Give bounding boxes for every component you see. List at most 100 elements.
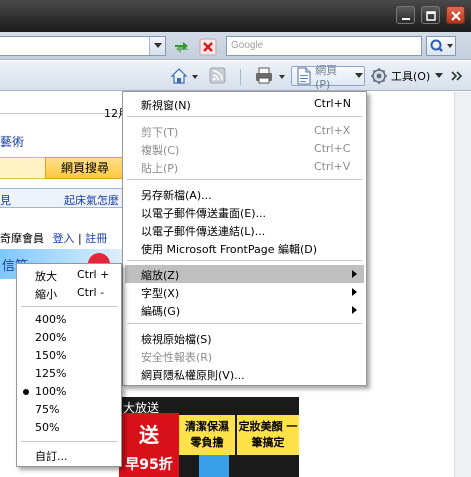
zoom-item-400[interactable]: 400% [19,311,119,329]
toolbar-separator [240,69,241,85]
menu-item-label: 網頁隱私權原則(V)... [141,369,245,382]
menu-item-label: 100% [35,385,67,398]
menu-item-label: 安全性報表(R) [141,351,213,364]
menu-item-privacy-policy[interactable]: 網頁隱私權原則(V)... [125,365,364,383]
tools-menu-label: 工具(O) [391,70,431,83]
menu-item-shortcut: Ctrl - [77,286,105,299]
page-member-row: 奇摩會員 登入 | 註冊 [0,232,108,245]
menu-item-label: 縮小 [35,288,57,301]
banner-item-1: 清潔保濕 零負擔 [179,415,235,455]
menu-separator [21,306,117,307]
menu-item-send-page-by-email[interactable]: 以電子郵件傳送畫面(E)... [125,203,364,221]
zoom-item-zoom-out[interactable]: 縮小 Ctrl - [19,284,119,302]
home-button[interactable] [170,66,200,86]
menu-separator [127,179,362,180]
banner-product-image [199,455,229,477]
stop-icon [199,38,217,56]
maximize-icon [426,11,436,21]
menu-item-label: 剪下(T) [141,126,179,139]
page-menu: 新視窗(N) Ctrl+N 剪下(T) Ctrl+X 複製(C) Ctrl+C … [122,91,367,386]
page-tab-link[interactable]: 見 [0,192,11,208]
menu-item-label: 75% [35,403,60,416]
zoom-item-custom[interactable]: 自訂... [19,446,119,464]
menu-item-label: 另存新檔(A)... [141,189,212,202]
zoom-item-125[interactable]: 125% [19,365,119,383]
menu-item-font[interactable]: 字型(X) [125,283,364,301]
rss-feed-button[interactable] [209,66,227,86]
zoom-item-50[interactable]: 50% [19,419,119,437]
chevron-down-icon [154,43,162,48]
page-tab-row: 見 起床氣怎麼 [0,188,130,208]
minimize-button[interactable] [396,6,415,24]
menu-item-label: 125% [35,367,67,380]
minimize-icon [402,18,410,20]
address-bar: Google [0,32,471,60]
ad-banner[interactable]: 大放送 送 早95折 清潔保濕 零負擔 定妝美顏 一筆搞定 [119,397,299,477]
menu-item-shortcut: Ctrl+C [314,142,351,155]
menu-separator [127,323,362,324]
menu-item-label: 縮放(Z) [141,269,180,282]
menu-item-paste[interactable]: 貼上(P) Ctrl+V [125,158,364,176]
menu-separator [127,116,362,117]
menu-item-security-report[interactable]: 安全性報表(R) [125,347,364,365]
menu-item-label: 400% [35,313,67,326]
printer-icon [256,67,285,84]
close-window-button[interactable] [446,6,465,24]
zoom-item-zoom-in[interactable]: 放大 Ctrl + [19,266,119,284]
help-button[interactable] [450,66,464,86]
menu-item-label: 150% [35,349,67,362]
menu-item-edit-with-frontpage[interactable]: 使用 Microsoft FrontPage 編輯(D) [125,239,364,257]
close-icon [451,11,461,21]
menu-item-save-as[interactable]: 另存新檔(A)... [125,185,364,203]
menu-item-label: 放大 [35,270,57,283]
banner-discount: 早95折 [125,457,173,473]
address-input[interactable] [0,36,166,56]
search-button[interactable] [426,36,456,56]
menu-item-new-window[interactable]: 新視窗(N) Ctrl+N [125,95,364,113]
maximize-button[interactable] [421,6,440,24]
zoom-submenu: 放大 Ctrl + 縮小 Ctrl - 400% 200% 150% 125% … [16,263,122,467]
menu-item-cut[interactable]: 剪下(T) Ctrl+X [125,122,364,140]
menu-item-encoding[interactable]: 編碼(G) [125,301,364,319]
chevron-down-icon [435,73,444,78]
stop-button[interactable] [198,38,218,56]
refresh-button[interactable] [172,38,192,56]
menu-item-label: 以電子郵件傳送連結(L)... [141,225,266,238]
menu-item-copy[interactable]: 複製(C) Ctrl+C [125,140,364,158]
print-button[interactable] [255,66,287,86]
member-label: 奇摩會員 [0,232,44,245]
register-link[interactable]: 註冊 [85,232,107,245]
zoom-item-200[interactable]: 200% [19,329,119,347]
zoom-item-75[interactable]: 75% [19,401,119,419]
menu-item-label: 編碼(G) [141,305,181,318]
page-menu-button[interactable]: 網頁(P) [291,64,365,91]
menu-item-label: 以電子郵件傳送畫面(E)... [141,207,267,220]
tools-menu-button[interactable]: 工具(O) [370,66,446,86]
selected-radio-dot-icon [23,389,29,395]
vertical-scrollbar[interactable] [454,92,471,477]
submenu-arrow-icon [352,270,357,278]
page-menu-label: 網頁(P) [315,63,338,91]
menu-item-zoom[interactable]: 縮放(Z) [125,265,364,283]
window-title-bar [0,0,471,32]
menu-item-label: 檢視原始檔(S) [141,333,212,346]
home-icon [170,68,198,84]
menu-item-send-link-by-email[interactable]: 以電子郵件傳送連結(L)... [125,221,364,239]
zoom-item-100[interactable]: 100% [19,383,119,401]
menu-item-label: 複製(C) [141,144,180,157]
submenu-arrow-icon [352,288,357,296]
login-link[interactable]: 登入 [53,232,75,245]
rss-icon [209,67,226,84]
page-search-button[interactable]: 網頁搜尋 [45,157,125,179]
menu-item-view-source[interactable]: 檢視原始檔(S) [125,329,364,347]
zoom-item-150[interactable]: 150% [19,347,119,365]
search-input[interactable]: Google [226,36,422,56]
page-tab-link[interactable]: 起床氣怎麼 [64,192,119,208]
menu-item-label: 自訂... [35,450,68,463]
menu-separator [21,441,117,442]
chevron-down-icon [355,73,364,78]
address-dropdown-button[interactable] [149,37,165,55]
page-art-link[interactable]: 藝術 [0,133,24,150]
banner-red-block: 送 早95折 [119,413,179,477]
menu-item-label: 50% [35,421,60,434]
